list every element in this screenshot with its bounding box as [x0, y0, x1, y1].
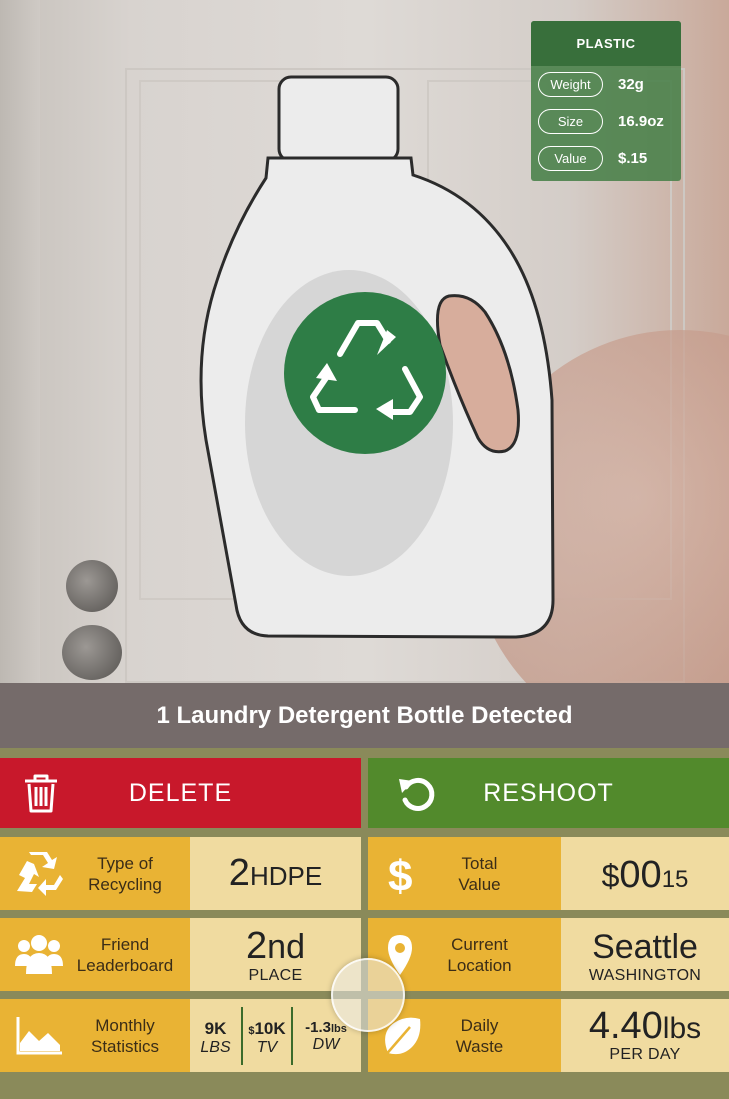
- currency-symbol: $: [601, 858, 620, 894]
- tile-label-line: Value: [458, 874, 501, 894]
- info-row-weight: Weight 32g: [531, 66, 681, 103]
- monthly-tv-value: 10K: [254, 1018, 286, 1038]
- value-label: Value: [538, 146, 603, 171]
- reshoot-button[interactable]: RESHOOT: [368, 758, 729, 828]
- daily-waste-unit: lbs: [662, 1012, 702, 1045]
- monthly-dw-value: -1.3: [305, 1018, 331, 1036]
- monthly-lbs-value: 9K: [204, 1018, 227, 1038]
- material-type: PLASTIC: [531, 21, 681, 66]
- weight-value: 32g: [618, 76, 644, 93]
- monthly-lbs-caption: LBS: [200, 1038, 231, 1056]
- tile-monthly-stats: Monthly Statistics: [0, 999, 190, 1072]
- total-value-value: $0015: [561, 837, 729, 910]
- location-city: Seattle: [592, 928, 698, 966]
- tile-label-line: Daily: [460, 1015, 499, 1035]
- tile-label-line: Statistics: [90, 1036, 160, 1056]
- tile-recycling-type: Type of Recycling: [0, 837, 190, 910]
- tile-label-line: Type of: [97, 853, 153, 873]
- trash-icon: [25, 774, 57, 813]
- recycling-number: 2: [228, 852, 250, 894]
- tile-label-line: Monthly: [95, 1015, 155, 1035]
- assistive-touch-button[interactable]: [331, 958, 405, 1032]
- value-dollars: 00: [619, 854, 662, 896]
- place-word: PLACE: [248, 967, 303, 984]
- location-value: Seattle WASHINGTON: [561, 918, 729, 991]
- area-chart-icon: [16, 1017, 62, 1055]
- monthly-dw-caption: DW: [312, 1035, 340, 1053]
- recycle-icon: [17, 852, 63, 896]
- info-row-size: Size 16.9oz: [531, 103, 681, 140]
- tile-label-line: Total: [461, 853, 498, 873]
- camera-view: PLASTIC Weight 32g Size 16.9oz Value $.1…: [0, 0, 729, 683]
- monthly-stat-tv: $10K TV: [243, 1006, 293, 1065]
- value-value: $.15: [618, 150, 648, 167]
- size-label: Size: [538, 109, 603, 134]
- delete-button[interactable]: DELETE: [0, 758, 361, 828]
- monthly-stat-lbs: 9K LBS: [190, 1006, 243, 1065]
- tile-label-line: Recycling: [88, 874, 162, 894]
- info-row-value: Value $.15: [531, 140, 681, 177]
- tile-leaderboard: Friend Leaderboard: [0, 918, 190, 991]
- material-info-card: PLASTIC Weight 32g Size 16.9oz Value $.1…: [531, 21, 681, 181]
- tile-label-line: Waste: [455, 1036, 504, 1056]
- place-number: 2: [246, 925, 268, 967]
- recycling-type-value: 2HDPE: [190, 837, 361, 910]
- daily-waste-value: 4.40lbs PER DAY: [561, 999, 729, 1072]
- recycling-code: HDPE: [249, 861, 323, 891]
- weight-label: Weight: [538, 72, 603, 97]
- tile-label-line: Friend: [100, 934, 150, 954]
- tile-label-line: Leaderboard: [76, 955, 174, 975]
- tile-label-line: Current: [451, 934, 508, 954]
- daily-waste-number: 4.40: [588, 1005, 663, 1047]
- tile-label-line: Location: [447, 955, 512, 975]
- people-icon: [15, 935, 63, 974]
- detection-banner: 1 Laundry Detergent Bottle Detected: [0, 683, 729, 748]
- location-state: WASHINGTON: [588, 967, 702, 984]
- size-value: 16.9oz: [618, 113, 664, 130]
- value-cents: 15: [661, 866, 689, 893]
- monthly-tv-caption: TV: [256, 1038, 278, 1056]
- daily-waste-per: PER DAY: [609, 1046, 681, 1063]
- reshoot-icon: [399, 778, 435, 811]
- recycle-icon: [284, 292, 446, 454]
- place-suffix: nd: [267, 928, 305, 966]
- tile-total-value: $ Total Value: [368, 837, 561, 910]
